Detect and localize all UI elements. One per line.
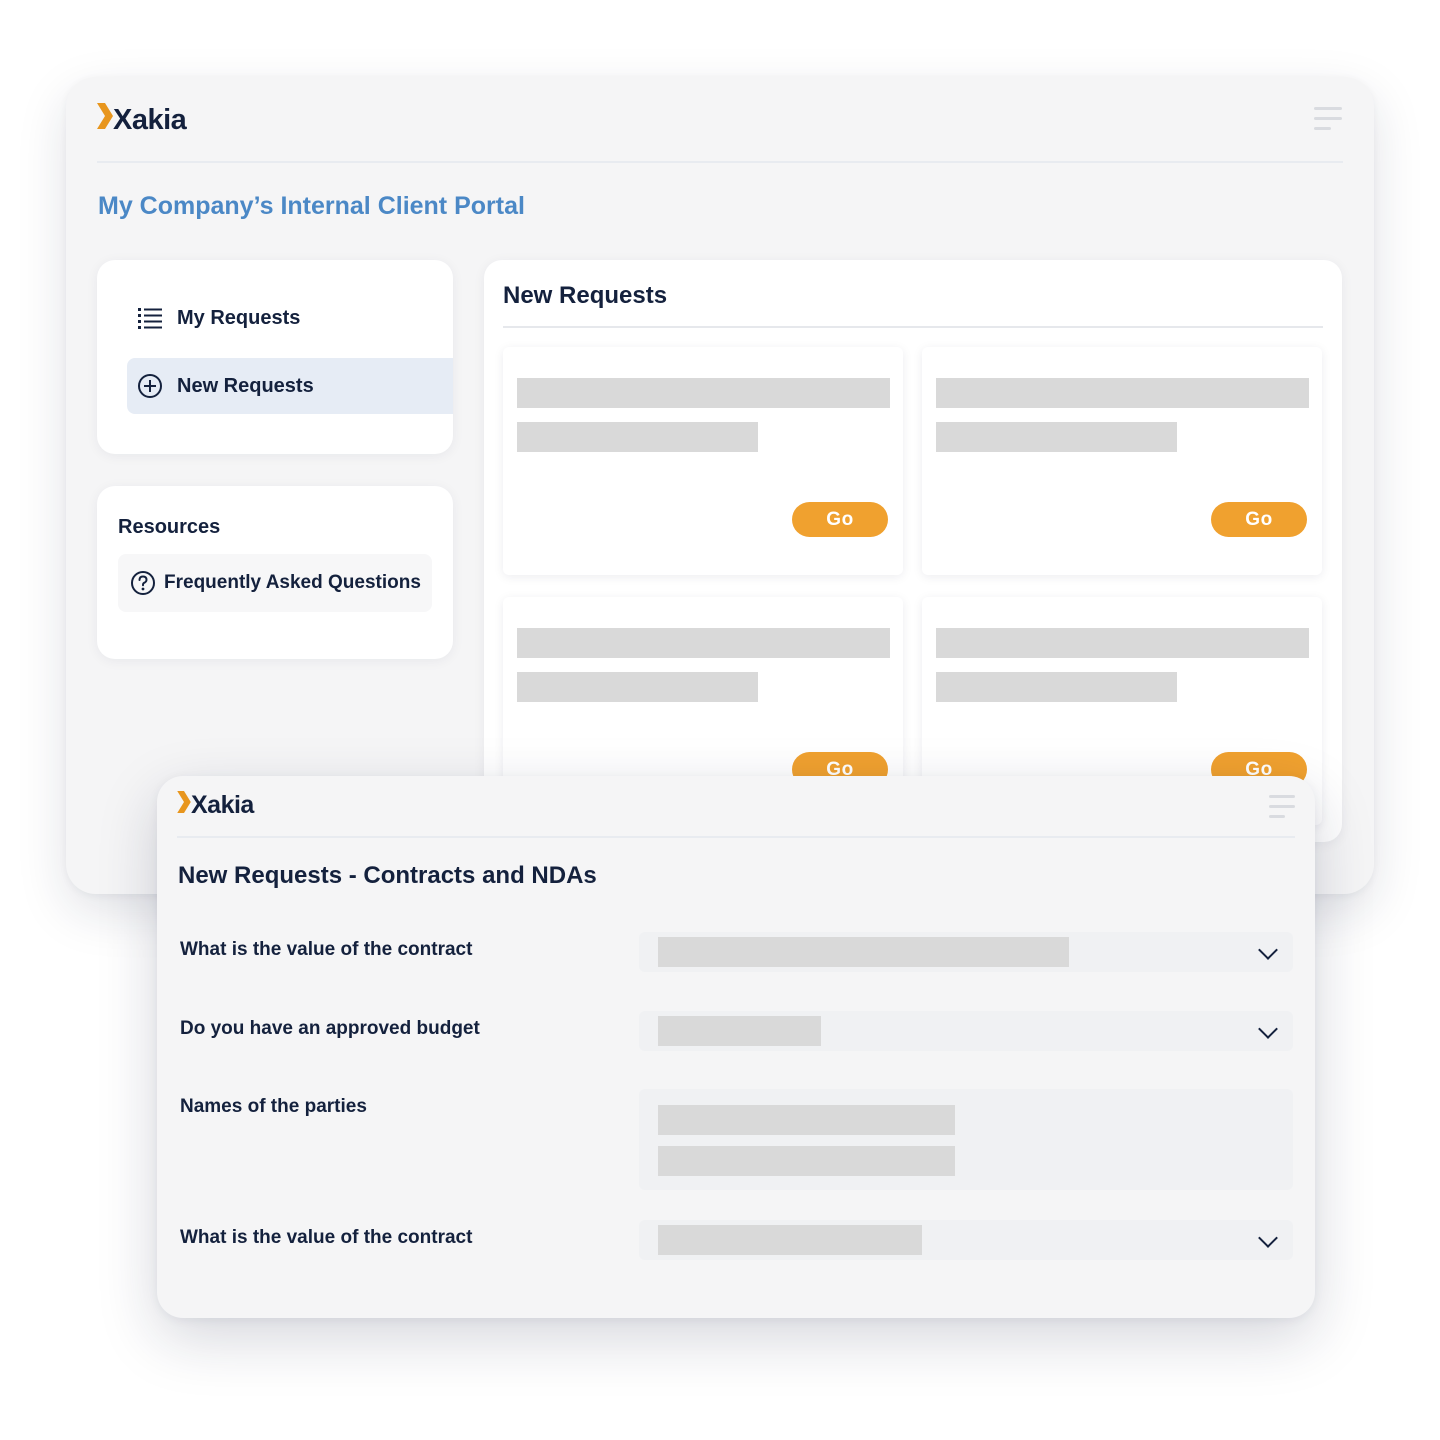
header-divider — [97, 161, 1343, 163]
skeleton-line — [517, 422, 758, 452]
go-button[interactable]: Go — [792, 502, 888, 537]
plus-circle-icon — [137, 373, 163, 399]
skeleton-line — [936, 422, 1177, 452]
field-label: What is the value of the contract — [180, 1227, 473, 1248]
new-requests-divider — [503, 326, 1323, 328]
nav-panel: My Requests New Requests — [97, 260, 453, 454]
form-title: New Requests - Contracts and NDAs — [178, 862, 597, 889]
contract-value-select[interactable] — [639, 932, 1293, 972]
field-label: Do you have an approved budget — [180, 1018, 480, 1039]
skeleton-value — [658, 1225, 922, 1255]
skeleton-line — [936, 378, 1309, 408]
request-card[interactable]: Go — [922, 347, 1322, 575]
chevron-down-icon — [1258, 1019, 1278, 1039]
skeleton-line — [517, 628, 890, 658]
hamburger-menu-icon[interactable] — [1269, 795, 1295, 825]
xakia-logo-text: Xakia — [113, 103, 187, 136]
new-requests-panel: New Requests Go Go Go Go — [484, 260, 1342, 842]
xakia-logo-text: Xakia — [191, 791, 254, 819]
chevron-down-icon — [1258, 1228, 1278, 1248]
page-title: My Company’s Internal Client Portal — [98, 192, 525, 220]
new-requests-title: New Requests — [503, 282, 668, 309]
list-icon — [137, 305, 163, 331]
resources-panel: Resources Frequently Asked Questions — [97, 486, 453, 659]
approved-budget-select[interactable] — [639, 1011, 1293, 1051]
skeleton-line — [517, 378, 890, 408]
xakia-logo[interactable]: Xakia — [97, 103, 187, 137]
faq-label: Frequently Asked Questions — [164, 572, 421, 593]
xakia-logo-mark — [177, 791, 191, 820]
xakia-logo-mark — [97, 103, 113, 137]
question-circle-icon — [130, 570, 156, 596]
skeleton-value — [658, 1146, 955, 1176]
request-card[interactable]: Go — [503, 347, 903, 575]
chevron-down-icon — [1258, 940, 1278, 960]
skeleton-value — [658, 1016, 821, 1046]
nav-item-my-requests[interactable]: My Requests — [127, 290, 453, 346]
request-form-window: Xakia New Requests - Contracts and NDAs … — [157, 776, 1315, 1318]
header-divider — [177, 836, 1295, 838]
skeleton-value — [658, 1105, 955, 1135]
go-button[interactable]: Go — [1211, 502, 1307, 537]
hamburger-menu-icon[interactable] — [1314, 107, 1342, 137]
nav-item-label: My Requests — [177, 306, 301, 329]
portal-window: Xakia My Company’s Internal Client Porta… — [66, 77, 1374, 894]
skeleton-value — [658, 937, 1069, 967]
field-label: Names of the parties — [180, 1096, 367, 1117]
parties-names-textarea[interactable] — [639, 1089, 1293, 1190]
skeleton-line — [936, 628, 1309, 658]
nav-item-label: New Requests — [177, 374, 314, 397]
resources-title: Resources — [118, 516, 221, 538]
nav-item-new-requests[interactable]: New Requests — [127, 358, 453, 414]
field-label: What is the value of the contract — [180, 939, 473, 960]
contract-value-select-2[interactable] — [639, 1220, 1293, 1260]
xakia-logo[interactable]: Xakia — [177, 791, 254, 820]
faq-link[interactable]: Frequently Asked Questions — [118, 554, 432, 612]
skeleton-line — [517, 672, 758, 702]
skeleton-line — [936, 672, 1177, 702]
